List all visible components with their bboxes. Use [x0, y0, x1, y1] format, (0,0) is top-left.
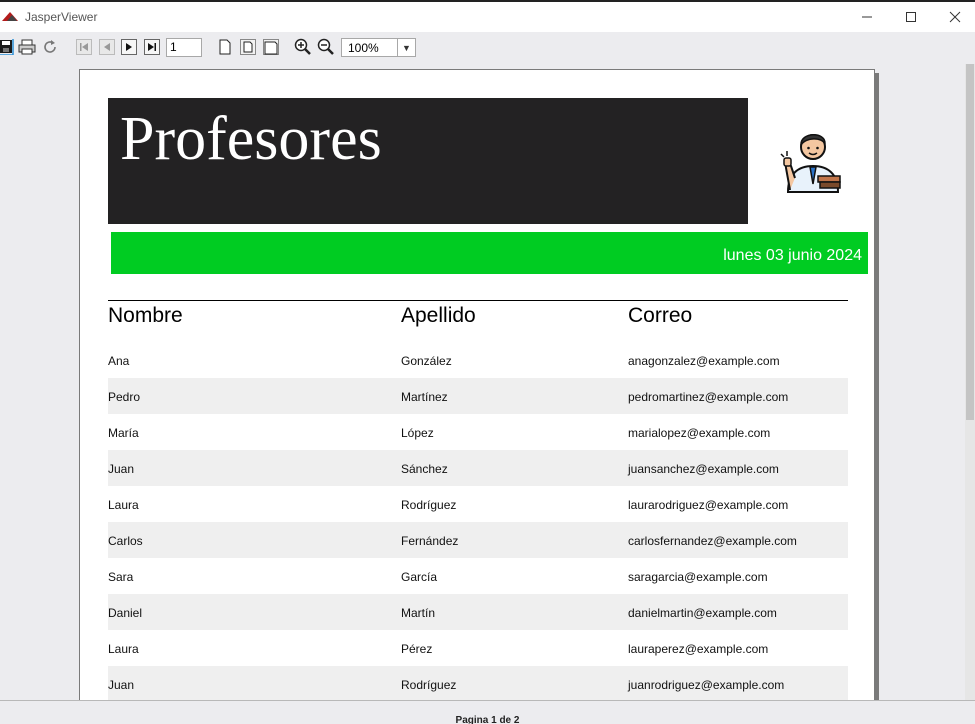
cell-apellido: García	[401, 570, 438, 584]
cell-nombre: María	[108, 426, 139, 440]
column-header-correo: Correo	[628, 304, 693, 327]
teacher-avatar	[780, 134, 841, 193]
cell-correo: danielmartin@example.com	[628, 606, 777, 620]
last-page-icon	[144, 39, 160, 55]
table-row: Carlos Fernández carlosfernandez@example…	[108, 522, 848, 558]
cell-correo: laurarodriguez@example.com	[628, 498, 789, 512]
cell-correo: juanrodriguez@example.com	[628, 678, 785, 692]
page-number-input[interactable]: 1	[166, 38, 202, 57]
save-button[interactable]	[0, 38, 14, 56]
minimize-icon	[862, 16, 872, 18]
cell-correo: marialopez@example.com	[628, 426, 771, 440]
cell-apellido: Fernández	[401, 534, 459, 548]
last-page-button[interactable]	[143, 38, 161, 56]
cell-apellido: Martín	[401, 606, 436, 620]
cell-apellido: Rodríguez	[401, 498, 457, 512]
print-button[interactable]	[18, 38, 36, 56]
zoom-out-icon	[317, 38, 334, 55]
jasper-viewer-window: JasperViewer 1 100% ▼ Profesores lunes 0…	[0, 0, 975, 724]
reload-icon	[44, 40, 56, 53]
cell-nombre: Carlos	[108, 534, 143, 548]
table-row: Pedro Martínez pedromartinez@example.com	[108, 378, 848, 414]
zoom-out-button[interactable]	[317, 38, 335, 56]
title-bar: JasperViewer	[0, 2, 975, 32]
maximize-icon	[906, 12, 916, 22]
column-header-nombre: Nombre	[108, 304, 183, 327]
scrollbar-thumb[interactable]	[966, 64, 974, 420]
report-page: Profesores lunes 03 junio 2024 Nombre Ap…	[79, 69, 875, 700]
cell-apellido: Pérez	[401, 642, 433, 656]
zoom-in-button[interactable]	[294, 38, 312, 56]
cell-correo: juansanchez@example.com	[628, 462, 779, 476]
cell-apellido: Martínez	[401, 390, 448, 404]
first-page-button[interactable]	[75, 38, 93, 56]
first-page-icon	[76, 39, 92, 55]
report-header: Profesores	[108, 98, 748, 224]
table-row: Laura Rodríguez laurarodriguez@example.c…	[108, 486, 848, 522]
table-row: Juan Sánchez juansanchez@example.com	[108, 450, 848, 486]
window-title: JasperViewer	[25, 10, 98, 24]
table-row: María López marialopez@example.com	[108, 414, 848, 450]
actual-size-button[interactable]	[216, 38, 234, 56]
jasper-logo-icon	[2, 12, 18, 21]
report-rows: Ana González anagonzalez@example.com Ped…	[108, 342, 848, 700]
cell-apellido: Sánchez	[401, 462, 448, 476]
viewer-toolbar: 1 100% ▼	[0, 32, 975, 64]
zoom-value: 100%	[348, 41, 379, 55]
cell-nombre: Laura	[108, 498, 139, 512]
reload-button[interactable]	[41, 38, 59, 56]
report-viewport[interactable]: Profesores lunes 03 junio 2024 Nombre Ap…	[0, 64, 965, 700]
close-icon	[949, 11, 961, 23]
maximize-button[interactable]	[896, 6, 926, 28]
report-date: lunes 03 junio 2024	[723, 247, 862, 264]
next-page-icon	[121, 39, 137, 55]
table-row: Sara García saragarcia@example.com	[108, 558, 848, 594]
table-row: Ana González anagonzalez@example.com	[108, 342, 848, 378]
cell-correo: pedromartinez@example.com	[628, 390, 789, 404]
chevron-down-icon[interactable]: ▼	[397, 39, 415, 56]
cell-nombre: Ana	[108, 354, 130, 368]
cell-nombre: Laura	[108, 642, 139, 656]
actual-size-icon	[219, 39, 231, 55]
fit-width-button[interactable]	[262, 38, 280, 56]
cell-apellido: López	[401, 426, 434, 440]
cell-correo: anagonzalez@example.com	[628, 354, 780, 368]
report-title: Profesores	[120, 105, 382, 173]
column-header-apellido: Apellido	[401, 304, 476, 327]
cell-correo: saragarcia@example.com	[628, 570, 768, 584]
cell-nombre: Pedro	[108, 390, 141, 404]
cell-correo: carlosfernandez@example.com	[628, 534, 797, 548]
date-bar: lunes 03 junio 2024	[111, 232, 868, 274]
cell-nombre: Daniel	[108, 606, 143, 620]
cell-nombre: Sara	[108, 570, 134, 584]
cell-correo: lauraperez@example.com	[628, 642, 769, 656]
cell-apellido: González	[401, 354, 452, 368]
status-bar: Pagina 1 de 2	[0, 700, 975, 724]
fit-page-icon	[240, 39, 256, 55]
print-icon	[18, 39, 36, 55]
fit-page-button[interactable]	[239, 38, 257, 56]
vertical-scrollbar[interactable]	[965, 64, 975, 700]
page-status: Pagina 1 de 2	[455, 715, 520, 724]
close-button[interactable]	[940, 6, 970, 28]
previous-page-icon	[99, 39, 115, 55]
table-row: Juan Rodríguez juanrodriguez@example.com	[108, 666, 848, 700]
minimize-button[interactable]	[852, 6, 882, 28]
cell-nombre: Juan	[108, 462, 135, 476]
zoom-in-icon	[294, 38, 311, 55]
fit-width-icon	[263, 39, 279, 55]
previous-page-button[interactable]	[98, 38, 116, 56]
cell-apellido: Rodríguez	[401, 678, 457, 692]
next-page-button[interactable]	[120, 38, 138, 56]
cell-nombre: Juan	[108, 678, 135, 692]
save-icon	[0, 39, 14, 55]
table-row: Laura Pérez lauraperez@example.com	[108, 630, 848, 666]
zoom-select[interactable]: 100% ▼	[341, 38, 416, 57]
table-row: Daniel Martín danielmartin@example.com	[108, 594, 848, 630]
column-header-divider	[108, 300, 848, 301]
